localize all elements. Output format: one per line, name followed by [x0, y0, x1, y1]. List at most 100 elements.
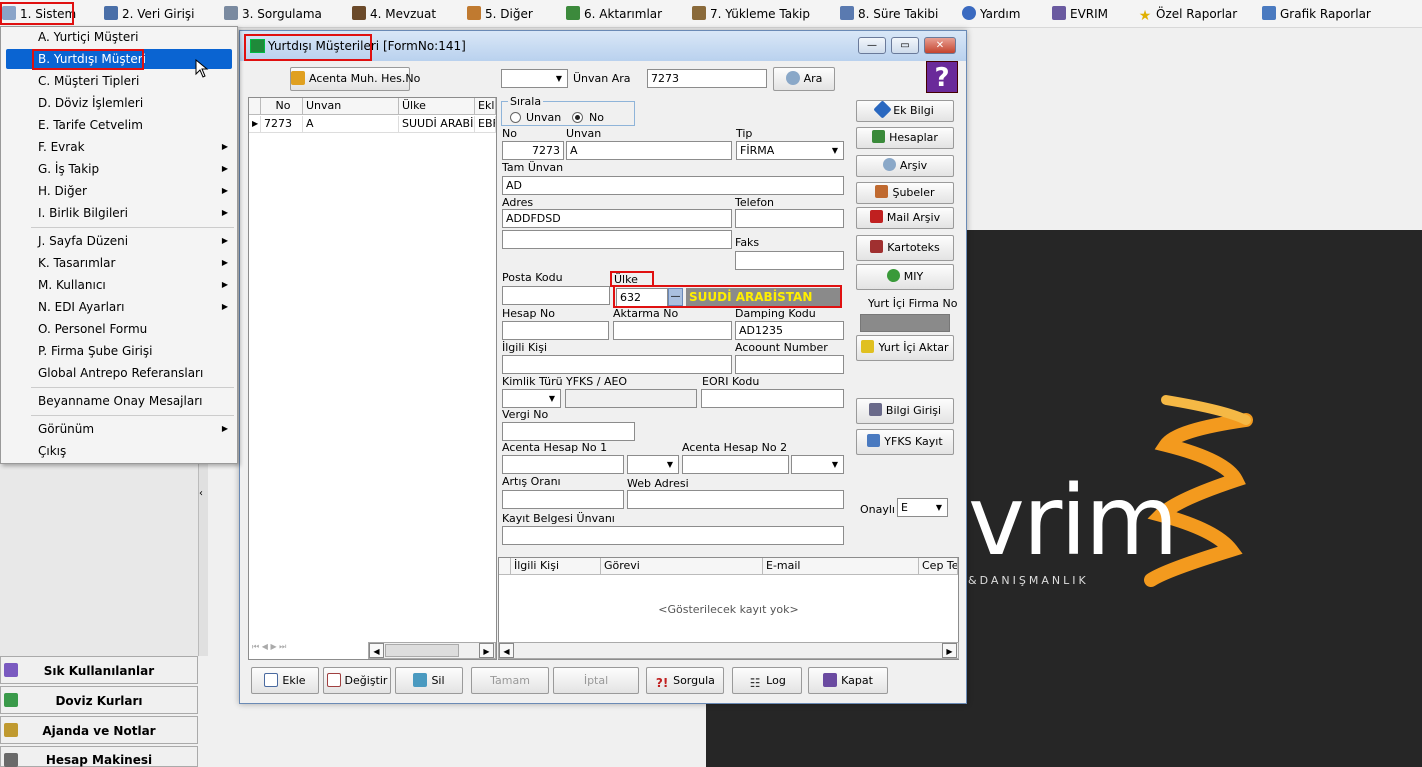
hesaplar-button[interactable]: Hesaplar [856, 127, 954, 149]
ara-button[interactable]: Ara [773, 67, 835, 91]
account-number-field[interactable] [735, 355, 844, 374]
sil-button[interactable]: Sil [395, 667, 463, 694]
faks-field[interactable] [735, 251, 844, 270]
menu-item-diger[interactable]: H. Diğer ▶ [6, 181, 232, 201]
acenta1-field[interactable] [502, 455, 624, 474]
sort-no-radio[interactable] [572, 112, 583, 123]
menu-item-tarife-cetvelim[interactable]: E. Tarife Cetvelim [6, 115, 232, 135]
log-button[interactable]: ☷ Log [732, 667, 802, 694]
menu-aktarimlar[interactable]: 6. Aktarımlar [566, 4, 662, 24]
scroll-left-icon[interactable]: ◀ [369, 643, 384, 658]
menu-item-tasarimlar[interactable]: K. Tasarımlar ▶ [6, 253, 232, 273]
ilgili-kisi-field[interactable] [502, 355, 732, 374]
acenta1-select[interactable]: ▼ [627, 455, 679, 474]
web-adresi-field[interactable] [627, 490, 844, 509]
list-header-ekle[interactable]: Ekle [475, 98, 496, 115]
degistir-button[interactable]: Değiştir [323, 667, 391, 694]
contacts-hscroll[interactable]: ◀ ▶ [498, 642, 959, 659]
vergi-no-field[interactable] [502, 422, 635, 441]
tip-select[interactable]: FİRMA ▼ [736, 141, 844, 160]
adres-field-1[interactable]: ADDFDSD [502, 209, 732, 228]
tam-unvan-field[interactable]: AD [502, 176, 844, 195]
iptal-button[interactable]: İptal [553, 667, 639, 694]
table-row-no[interactable]: 7273 [261, 116, 303, 133]
damping-kodu-field[interactable]: AD1235 [735, 321, 844, 340]
yurt-ici-aktar-button[interactable]: Yurt İçi Aktar [856, 335, 954, 361]
menu-sure-takibi[interactable]: 8. Süre Takibi [840, 4, 938, 24]
unvan-field[interactable]: A [566, 141, 732, 160]
menu-item-global-antrepo[interactable]: Global Antrepo Referansları [6, 363, 232, 383]
scroll-thumb[interactable] [385, 644, 459, 657]
contacts-header-ilgili-kisi[interactable]: İlgili Kişi [511, 558, 601, 575]
menu-diger[interactable]: 5. Diğer [467, 4, 533, 24]
mail-arsiv-button[interactable]: Mail Arşiv [856, 207, 954, 229]
table-row-ekle[interactable]: EBF [475, 116, 496, 133]
doviz-kurlari-button[interactable]: Doviz Kurları [0, 686, 198, 714]
no-field[interactable]: 7273 [502, 141, 564, 160]
list-header-ulke[interactable]: Ülke [399, 98, 475, 115]
hesap-makinesi-button[interactable]: Hesap Makinesi [0, 746, 198, 767]
telefon-field[interactable] [735, 209, 844, 228]
scroll-right-icon[interactable]: ▶ [942, 643, 957, 658]
acenta-muh-hes-button[interactable]: Acenta Muh. Hes.No [290, 67, 420, 91]
close-button[interactable]: ✕ [924, 37, 956, 54]
sorgula-button[interactable]: ?! Sorgula [646, 667, 724, 694]
menu-item-is-takip[interactable]: G. İş Takip ▶ [6, 159, 232, 179]
contacts-header-email[interactable]: E-mail [763, 558, 919, 575]
list-hscroll[interactable]: ◀ ▶ [368, 642, 496, 659]
table-row-ulke[interactable]: SUUDİ ARABİ: [399, 116, 475, 133]
menu-item-firma-sube-girisi[interactable]: P. Firma Şube Girişi [6, 341, 232, 361]
tamam-button[interactable]: Tamam [471, 667, 549, 694]
posta-kodu-field[interactable] [502, 286, 610, 305]
search-field-select[interactable]: ▼ [501, 69, 568, 88]
list-header-no[interactable]: No [261, 98, 303, 115]
kimlik-turu-select[interactable]: ▼ [502, 389, 561, 408]
sik-kullanilanlar-button[interactable]: Sık Kullanılanlar [0, 656, 198, 684]
arsiv-button[interactable]: Arşiv [856, 155, 954, 177]
contacts-header-cep-tel[interactable]: Cep Tel [919, 558, 958, 575]
menu-item-gorunum[interactable]: Görünüm ▶ [6, 419, 232, 439]
menu-item-edi-ayarlari[interactable]: N. EDI Ayarları ▶ [6, 297, 232, 317]
ek-bilgi-button[interactable]: Ek Bilgi [856, 100, 954, 122]
sort-unvan-radio[interactable] [510, 112, 521, 123]
menu-item-personel-formu[interactable]: O. Personel Formu [6, 319, 232, 339]
minimize-button[interactable]: — [858, 37, 886, 54]
ekle-button[interactable]: Ekle [251, 667, 319, 694]
onayli-select[interactable]: E ▼ [897, 498, 948, 517]
kayit-belgesi-field[interactable] [502, 526, 844, 545]
yfks-field[interactable] [565, 389, 697, 408]
eori-field[interactable] [701, 389, 844, 408]
table-row-unvan[interactable]: A [303, 116, 399, 133]
menu-item-cikis[interactable]: Çıkış [6, 441, 232, 461]
aktarma-no-field[interactable] [613, 321, 732, 340]
menu-item-yurtici-musteri[interactable]: A. Yurtiçi Müşteri [6, 27, 232, 47]
ajanda-button[interactable]: Ajanda ve Notlar [0, 716, 198, 744]
menu-yardim[interactable]: Yardım [962, 4, 1020, 24]
menu-item-beyanname-onay[interactable]: Beyanname Onay Mesajları [6, 391, 232, 411]
miy-button[interactable]: MIY [856, 264, 954, 290]
menu-item-doviz-islemleri[interactable]: D. Döviz İşlemleri [6, 93, 232, 113]
menu-item-birlik-bilgileri[interactable]: I. Birlik Bilgileri ▶ [6, 203, 232, 223]
artis-orani-field[interactable] [502, 490, 624, 509]
kapat-button[interactable]: Kapat [808, 667, 888, 694]
menu-mevzuat[interactable]: 4. Mevzuat [352, 4, 436, 24]
collapse-arrow-icon[interactable]: ‹ [199, 488, 203, 499]
menu-veri-girisi[interactable]: 2. Veri Girişi [104, 4, 195, 24]
scroll-right-icon[interactable]: ▶ [479, 643, 494, 658]
help-button[interactable]: ? [926, 61, 958, 93]
menu-item-sayfa-duzeni[interactable]: J. Sayfa Düzeni ▶ [6, 231, 232, 251]
hesap-no-field[interactable] [502, 321, 609, 340]
kartoteks-button[interactable]: Kartoteks [856, 235, 954, 261]
menu-item-evrak[interactable]: F. Evrak ▶ [6, 137, 232, 157]
menu-grafik-raporlar[interactable]: Grafik Raporlar [1262, 4, 1371, 24]
acenta2-field[interactable] [682, 455, 789, 474]
yfks-kayit-button[interactable]: YFKS Kayıt [856, 429, 954, 455]
menu-ozel-raporlar[interactable]: ★ Özel Raporlar [1138, 4, 1238, 24]
list-header-unvan[interactable]: Unvan [303, 98, 399, 115]
adres-field-2[interactable] [502, 230, 732, 249]
bilgi-girisi-button[interactable]: Bilgi Girişi [856, 398, 954, 424]
grid-navigator[interactable]: ⏮ ◀ ▶ ⏭ [252, 642, 286, 652]
scroll-left-icon[interactable]: ◀ [499, 643, 514, 658]
maximize-button[interactable]: ▭ [891, 37, 919, 54]
menu-sorgulama[interactable]: 3. Sorgulama [224, 4, 322, 24]
